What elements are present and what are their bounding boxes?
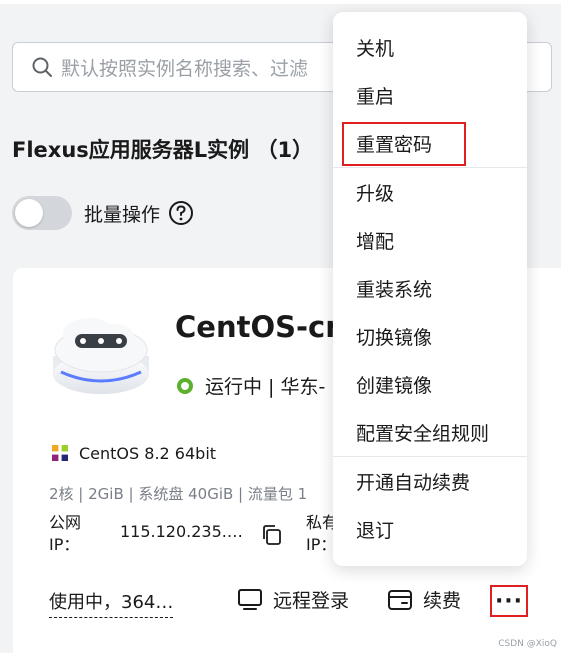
menu-item-security-group[interactable]: 配置安全组规则 — [333, 408, 527, 456]
menu-item-reset-password[interactable]: 重置密码 — [333, 119, 527, 167]
help-icon[interactable] — [168, 200, 194, 226]
menu-item-switch-image[interactable]: 切换镜像 — [333, 312, 527, 360]
batch-label: 批量操作 — [84, 203, 161, 226]
public-ip-label: 公网 IP： — [49, 512, 93, 556]
menu-item-add-config[interactable]: 增配 — [333, 216, 527, 264]
renew-label: 续费 — [423, 590, 462, 612]
instance-spec: 2核 | 2GiB | 系统盘 40GiB | 流量包 1 — [49, 485, 308, 503]
centos-icon — [50, 443, 70, 463]
menu-item-auto-renew[interactable]: 开通自动续费 — [333, 457, 527, 505]
os-name: CentOS 8.2 64bit — [79, 443, 217, 463]
batch-toggle[interactable] — [12, 196, 72, 230]
search-icon — [32, 57, 52, 77]
copy-icon[interactable] — [261, 524, 283, 546]
instance-name[interactable]: CentOS-cn- — [175, 310, 358, 344]
os-info: CentOS 8.2 64bit — [49, 442, 216, 464]
page-title: Flexus应用服务器L实例 （1） — [12, 138, 314, 162]
batch-operation: 批量操作 — [12, 196, 194, 230]
more-actions-menu: 关机 重启 重置密码 升级 增配 重装系统 切换镜像 创建镜像 配置安全组规则 … — [333, 12, 527, 566]
toggle-knob — [15, 199, 43, 227]
usage-status[interactable]: 使用中，364… — [49, 588, 174, 618]
public-ip-value: 115.120.235.… — [120, 522, 243, 541]
running-status-icon — [177, 377, 193, 394]
menu-item-shutdown[interactable]: 关机 — [333, 23, 527, 71]
menu-item-restart[interactable]: 重启 — [333, 71, 527, 119]
cloud-server-icon — [53, 318, 149, 394]
search-placeholder: 默认按照实例名称搜索、过滤 — [61, 57, 309, 80]
more-actions-button[interactable]: ··· — [490, 585, 528, 617]
menu-item-reinstall-os[interactable]: 重装系统 — [333, 264, 527, 312]
status-text: 运行中 | 华东- — [205, 376, 326, 398]
renew-button[interactable]: 续费 — [387, 586, 461, 613]
menu-item-upgrade[interactable]: 升级 — [333, 168, 527, 216]
status-badge: 运行中 | 华东- — [177, 372, 325, 399]
remote-login-label: 远程登录 — [273, 590, 350, 612]
menu-item-create-image[interactable]: 创建镜像 — [333, 360, 527, 408]
public-ip-label-text: 公网 IP： — [49, 513, 82, 554]
remote-login-button[interactable]: 远程登录 — [237, 586, 349, 613]
menu-item-unsubscribe[interactable]: 退订 — [333, 505, 527, 553]
watermark: CSDN @XioQ — [498, 639, 557, 649]
top-strip — [0, 0, 561, 4]
highlight-box — [342, 122, 466, 166]
monitor-icon — [238, 588, 262, 610]
wallet-icon — [388, 589, 412, 610]
